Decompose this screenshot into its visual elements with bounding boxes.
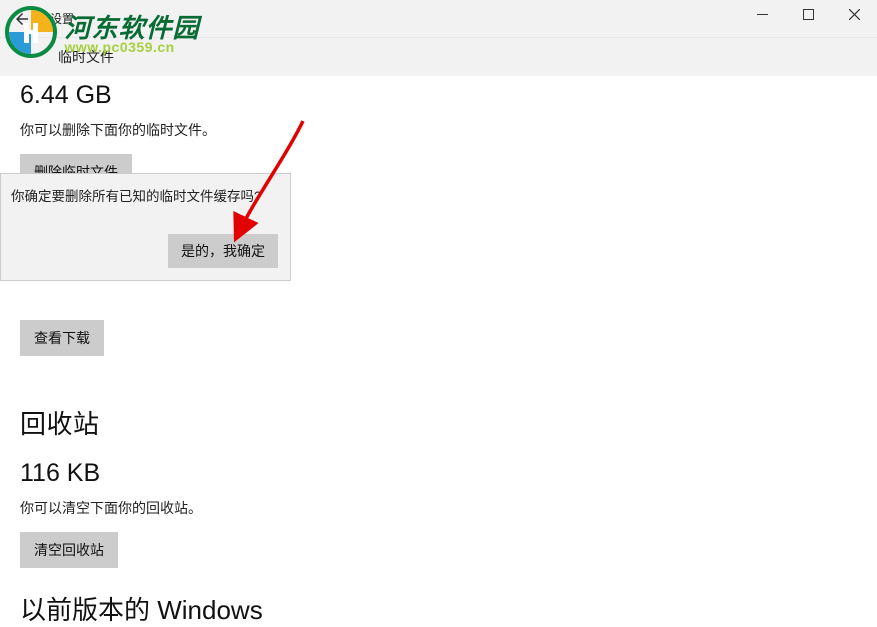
back-button[interactable] xyxy=(0,0,44,38)
prev-windows-title: 以前版本的 Windows xyxy=(20,590,857,627)
maximize-button[interactable] xyxy=(785,0,831,28)
minimize-icon xyxy=(757,9,768,20)
temp-files-desc: 你可以删除下面你的临时文件。 xyxy=(20,120,857,140)
close-button[interactable] xyxy=(831,0,877,28)
view-downloads-button[interactable]: 查看下载 xyxy=(20,320,104,356)
temp-files-size: 6.44 GB xyxy=(20,76,857,110)
minimize-button[interactable] xyxy=(739,0,785,28)
section-header: 临时文件 xyxy=(0,38,877,76)
titlebar: 设置 xyxy=(0,0,877,38)
window-controls xyxy=(739,0,877,28)
recycle-desc: 你可以清空下面你的回收站。 xyxy=(20,498,857,518)
close-icon xyxy=(849,9,860,20)
content-area: 6.44 GB 你可以删除下面你的临时文件。 删除临时文件 查看下载 回收站 1… xyxy=(0,76,877,555)
maximize-icon xyxy=(803,9,814,20)
confirm-yes-button[interactable]: 是的，我确定 xyxy=(168,234,278,268)
recycle-title: 回收站 xyxy=(20,404,857,441)
empty-recycle-button[interactable]: 清空回收站 xyxy=(20,532,118,568)
confirm-dialog: 你确定要删除所有已知的临时文件缓存吗? 是的，我确定 xyxy=(0,173,291,281)
confirm-dialog-message: 你确定要删除所有已知的临时文件缓存吗? xyxy=(11,188,280,207)
back-arrow-icon xyxy=(13,10,31,28)
window-title: 设置 xyxy=(50,10,74,27)
section-header-title: 临时文件 xyxy=(58,47,114,67)
recycle-size: 116 KB xyxy=(20,441,857,488)
